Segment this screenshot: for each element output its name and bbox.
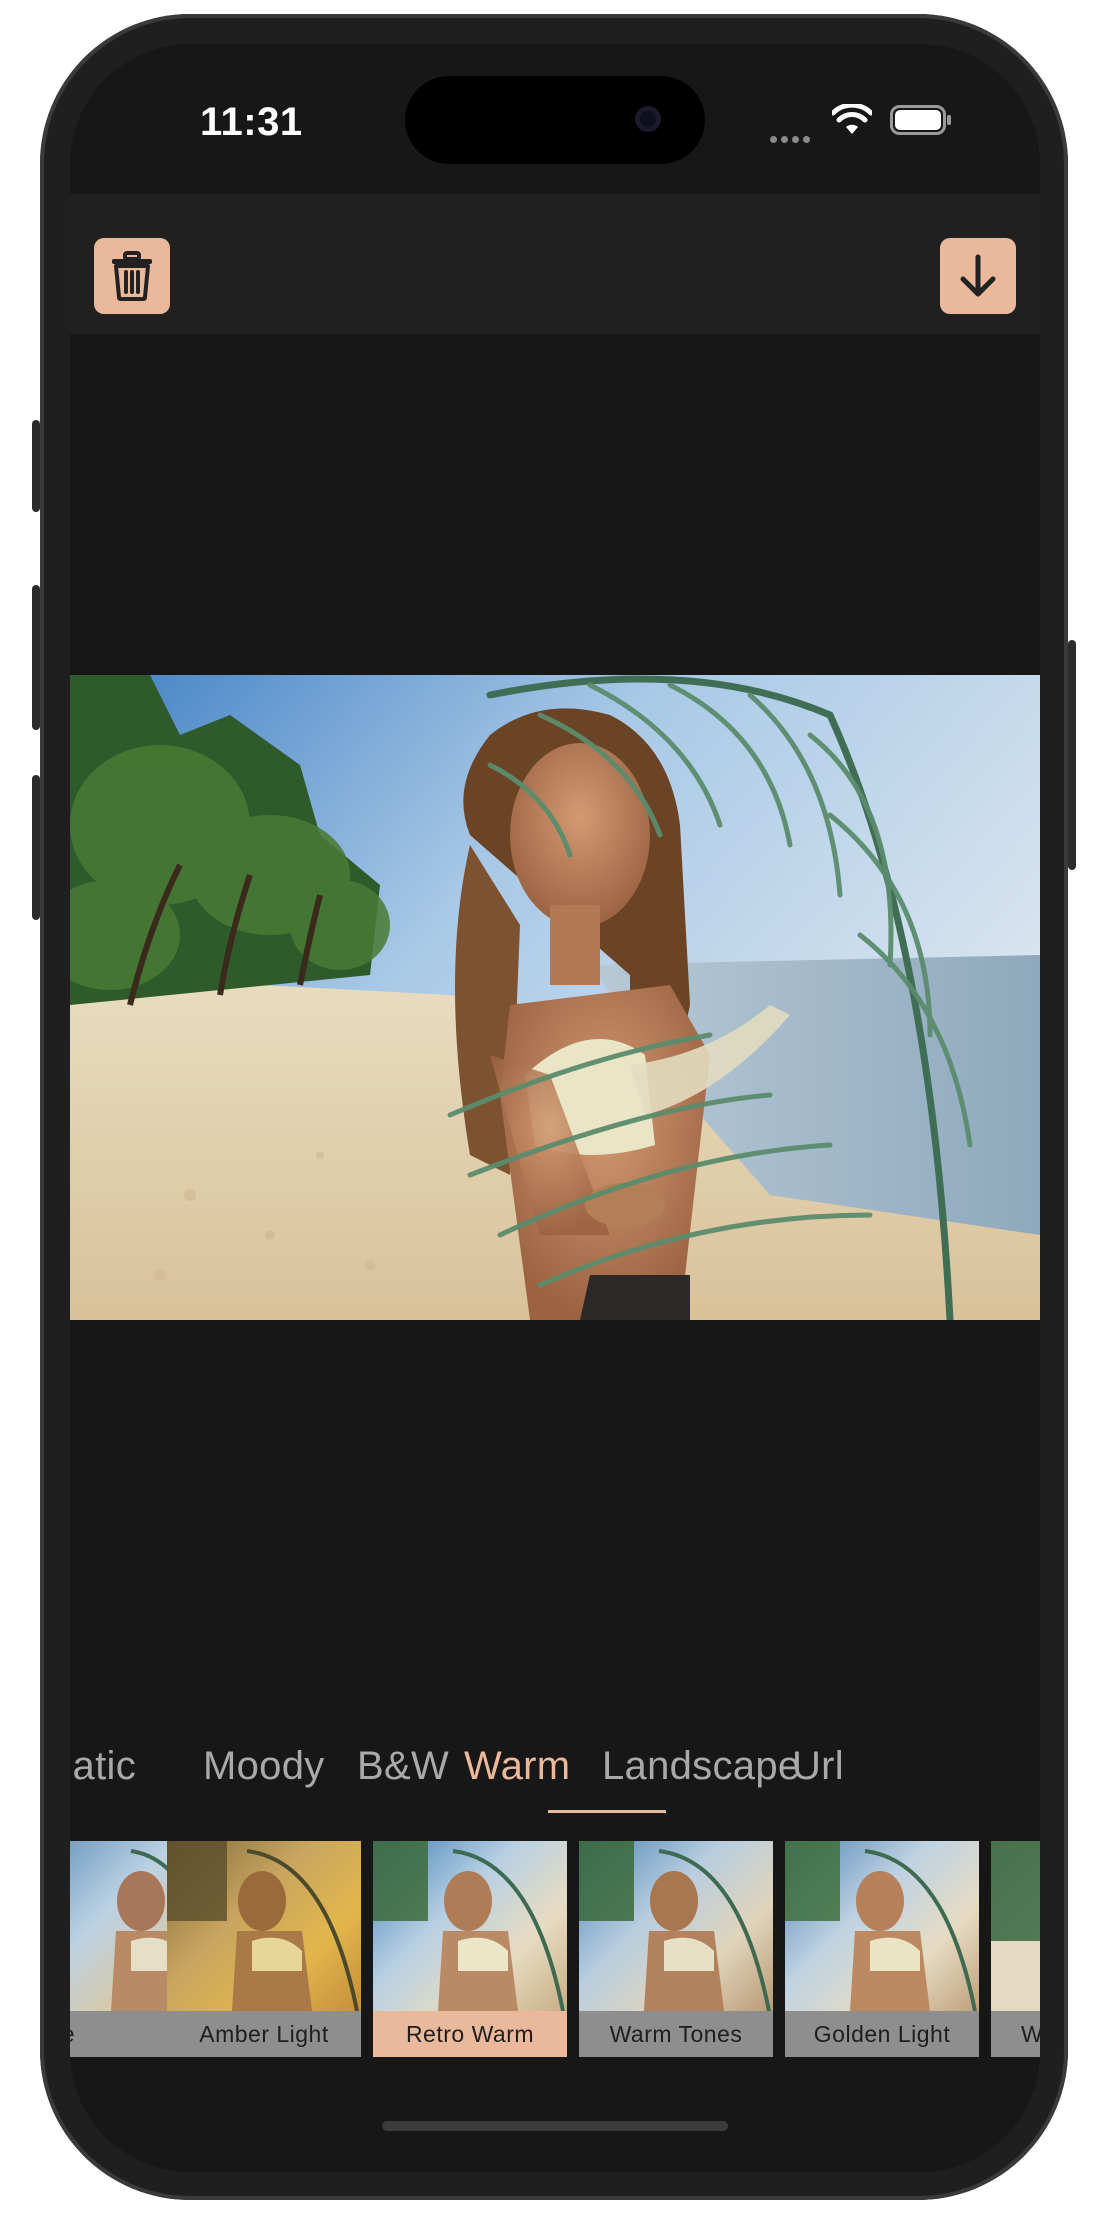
volume-up-button [32,585,40,730]
status-time: 11:31 [200,100,303,144]
power-button [1068,640,1076,870]
filter-label: Retro Warm [373,2011,567,2057]
tab-landscape[interactable]: Landscape [602,1744,800,1789]
arrow-down-icon [960,254,996,297]
status-bar: 11:31 [70,44,1040,194]
filter-label: Amber Light [167,2011,361,2057]
action-button [32,420,40,512]
beach-portrait-image [70,675,1040,1320]
active-tab-indicator [548,1810,666,1813]
delete-button[interactable] [94,238,170,314]
tab-cinematic[interactable]: natic [70,1744,136,1789]
tab-urban[interactable]: Url [792,1744,844,1789]
filter-label: W [991,2011,1040,2057]
tab-moody[interactable]: Moody [203,1744,325,1789]
trash-icon [112,251,152,301]
filter-item[interactable]: Amber Light [167,1841,361,2057]
filter-label: Warm Tones [579,2011,773,2057]
top-toolbar [70,194,1040,334]
signal-dots-icon [770,130,814,148]
filter-thumbnail [579,1841,773,2011]
camera-icon [635,106,661,132]
app-screen: 11:31 atic Moody B&W Warm Landscape Url … [70,44,1040,2172]
photo-preview [70,675,1040,1320]
filter-thumbnail [373,1841,567,2011]
filter-thumbnail [785,1841,979,2011]
tab-bw[interactable]: B&W [357,1744,449,1789]
filter-strip: e Amber Light Retro Warm Warm Tones Gold [70,1841,1040,2061]
download-button[interactable] [940,238,1016,314]
filter-item[interactable]: Warm Tones [579,1841,773,2057]
filter-thumbnail [167,1841,361,2011]
filter-thumbnail [991,1841,1040,2011]
filter-item[interactable]: W [991,1841,1040,2057]
wifi-icon [832,104,872,134]
home-indicator[interactable] [382,2121,728,2131]
filter-item[interactable]: Retro Warm [373,1841,567,2057]
battery-icon [890,105,951,135]
volume-down-button [32,775,40,920]
filter-item[interactable]: Golden Light [785,1841,979,2057]
dynamic-island [405,76,705,164]
tab-warm[interactable]: Warm [464,1744,570,1789]
filter-label: Golden Light [785,2011,979,2057]
